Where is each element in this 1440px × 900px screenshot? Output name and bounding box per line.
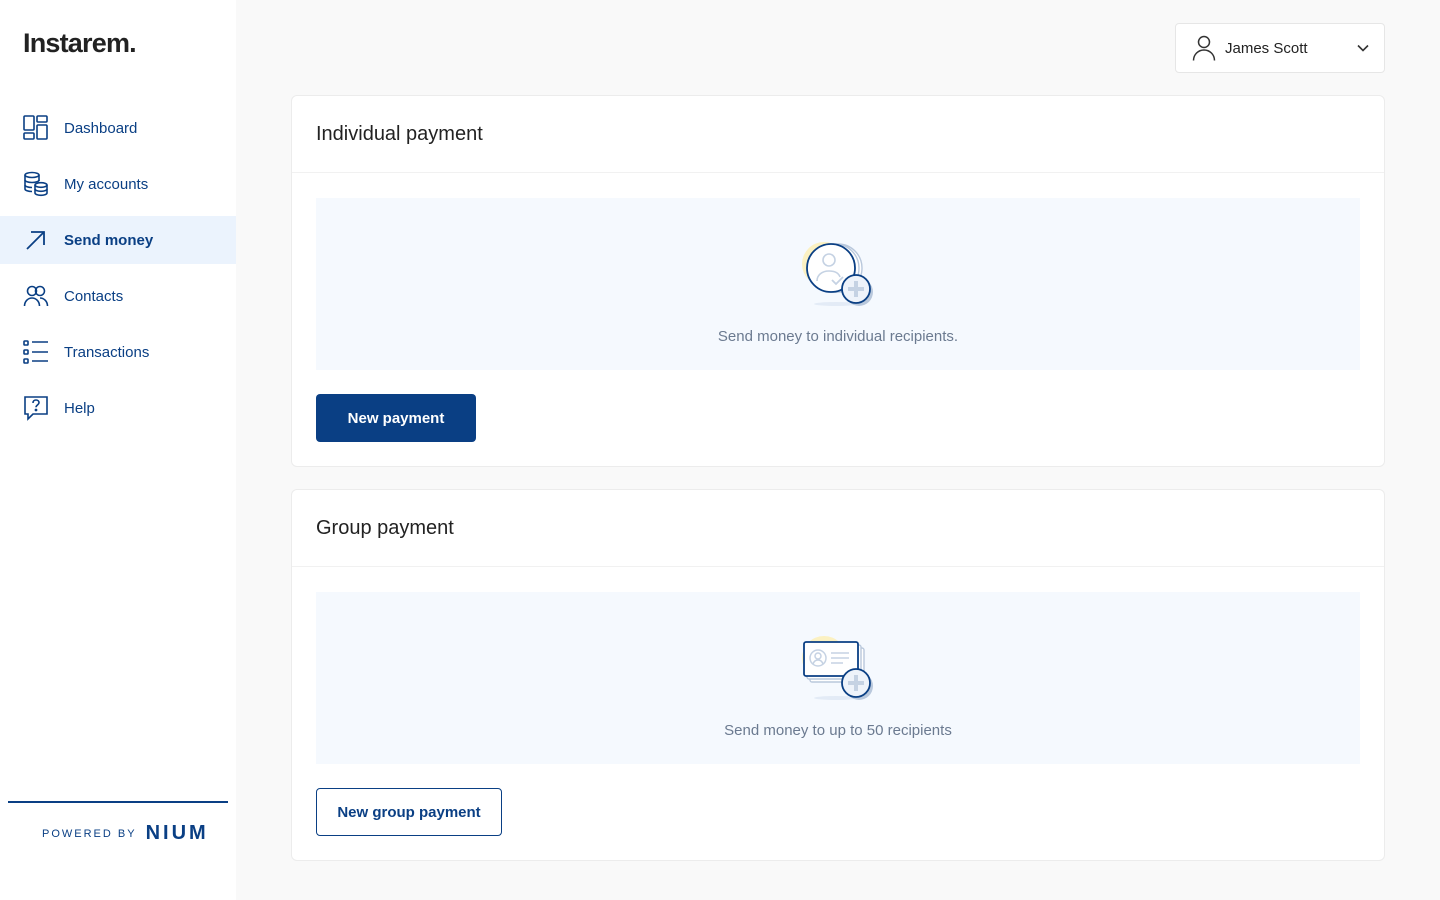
card-header: Group payment [292, 490, 1384, 567]
empty-state-description: Send money to individual recipients. [717, 328, 959, 345]
sidebar-item-label: Dashboard [64, 119, 138, 137]
help-chat-icon [23, 395, 49, 421]
user-icon [1192, 35, 1216, 61]
group-recipient-add-illustration [802, 636, 873, 700]
powered-by-label: POWERED BY [42, 827, 137, 840]
sidebar-footer-divider [8, 801, 228, 803]
sidebar-item-label: Contacts [64, 287, 124, 305]
nium-logo: NIUM [145, 822, 209, 844]
user-name: James Scott [1225, 39, 1308, 57]
sidebar-nav: Dashboard My accounts Send money Contact… [0, 104, 236, 440]
sidebar-item-my-accounts[interactable]: My accounts [0, 160, 236, 208]
card-title: Individual payment [316, 122, 483, 145]
user-menu[interactable]: James Scott [1175, 23, 1385, 73]
sidebar-item-label: Help [64, 399, 95, 417]
sidebar-item-label: Transactions [64, 343, 150, 361]
sidebar: Instarem. Dashboard My accounts Send mon… [0, 0, 236, 900]
group-payment-card: Group payment Send money to up to 50 rec… [291, 489, 1385, 861]
list-icon [23, 339, 49, 365]
dashboard-icon [23, 115, 49, 141]
individual-payment-card: Individual payment Send money to individ… [291, 95, 1385, 467]
individual-recipient-add-illustration [802, 242, 873, 306]
empty-state: Send money to individual recipients. [316, 198, 1360, 370]
logo[interactable]: Instarem. [23, 28, 137, 59]
sidebar-item-send-money[interactable]: Send money [0, 216, 236, 264]
card-header: Individual payment [292, 96, 1384, 173]
sidebar-item-label: Send money [64, 231, 154, 249]
users-icon [23, 283, 49, 309]
coins-stack-icon [23, 171, 49, 197]
new-payment-button[interactable]: New payment [316, 394, 476, 442]
empty-state-description: Send money to up to 50 recipients [724, 722, 952, 739]
sidebar-item-help[interactable]: Help [0, 384, 236, 432]
new-group-payment-button[interactable]: New group payment [316, 788, 502, 836]
sidebar-item-label: My accounts [64, 175, 149, 193]
sidebar-item-transactions[interactable]: Transactions [0, 328, 236, 376]
sidebar-item-dashboard[interactable]: Dashboard [0, 104, 236, 152]
arrow-up-right-icon [23, 227, 49, 253]
powered-by-nium: POWERED BY NIUM [42, 822, 209, 845]
sidebar-item-contacts[interactable]: Contacts [0, 272, 236, 320]
card-title: Group payment [316, 516, 454, 539]
chevron-down-icon [1356, 41, 1370, 55]
empty-state: Send money to up to 50 recipients [316, 592, 1360, 764]
